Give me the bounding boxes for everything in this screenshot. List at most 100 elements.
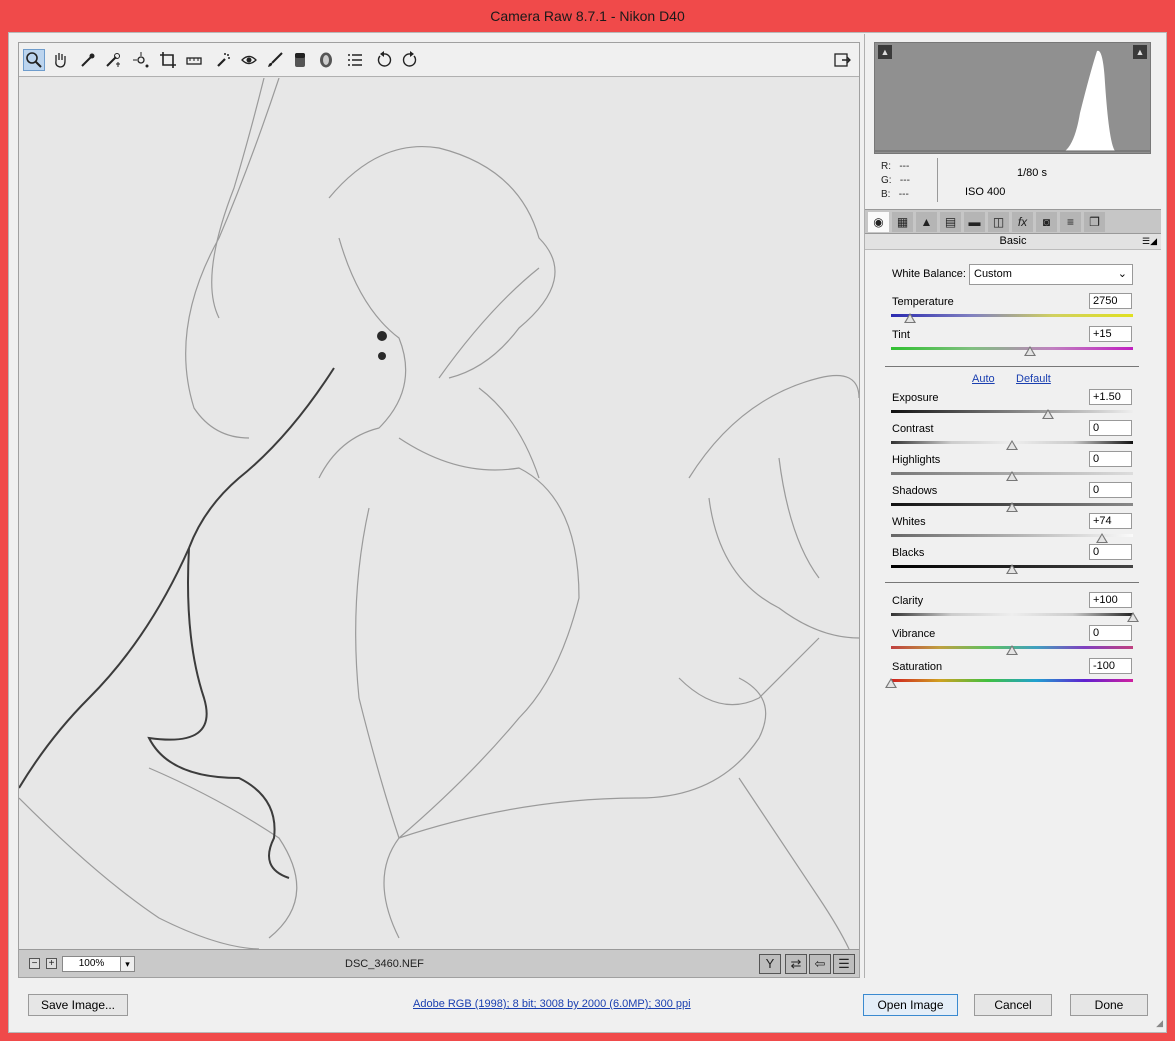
targeted-adjustment-tool-icon[interactable] — [130, 49, 152, 71]
default-link[interactable]: Default — [1016, 373, 1051, 385]
clarity-field[interactable]: +100 — [1089, 592, 1132, 608]
divider — [885, 366, 1139, 367]
clarity-label: Clarity — [892, 595, 924, 607]
zoom-dropdown-icon[interactable]: ▾ — [120, 956, 135, 972]
shadow-clipping-icon[interactable]: ▲ — [878, 45, 892, 59]
contrast-thumb[interactable] — [1006, 440, 1018, 450]
tab-camera-calibration-icon[interactable]: ◙ — [1036, 212, 1057, 232]
b-label: B: — [881, 189, 891, 200]
temperature-label: Temperature — [892, 296, 954, 308]
tab-detail-icon[interactable]: ▲ — [916, 212, 937, 232]
blacks-thumb[interactable] — [1006, 564, 1018, 574]
g-label: G: — [881, 175, 892, 186]
tab-presets-icon[interactable]: ≡ — [1060, 212, 1081, 232]
panel-tabs: ◉ ▦ ▲ ▤ ▬ ◫ fx ◙ ≡ ❐ — [865, 209, 1161, 234]
color-sampler-tool-icon[interactable] — [102, 49, 124, 71]
tab-split-toning-icon[interactable]: ▬ — [964, 212, 985, 232]
shadows-field[interactable]: 0 — [1089, 482, 1132, 498]
saturation-slider[interactable] — [885, 678, 1133, 688]
shutter-speed: 1/80 s — [1017, 167, 1047, 179]
exposure-thumb[interactable] — [1042, 409, 1055, 419]
zoom-out-button[interactable]: − — [29, 958, 40, 969]
zoom-level-field[interactable]: 100% — [62, 956, 121, 972]
straighten-tool-icon[interactable] — [183, 49, 205, 71]
clarity-thumb[interactable] — [1127, 612, 1139, 622]
settings-menu-icon[interactable]: ☰ — [833, 954, 855, 974]
highlights-slider[interactable] — [891, 471, 1133, 481]
save-image-button[interactable]: Save Image... — [28, 994, 128, 1016]
vibrance-field[interactable]: 0 — [1089, 625, 1132, 641]
info-divider — [937, 158, 938, 202]
rotate-cw-icon[interactable] — [399, 49, 421, 71]
highlight-clipping-icon[interactable]: ▲ — [1133, 45, 1147, 59]
r-value: --- — [899, 161, 910, 172]
camera-raw-dialog: − + 100% ▾ DSC_3460.NEF Y ⇄ ⇦ ☰ ▲ ▲ R: -… — [8, 32, 1167, 1033]
exposure-label: Exposure — [892, 392, 939, 404]
tab-effects-icon[interactable]: fx — [1012, 212, 1033, 232]
done-button[interactable]: Done — [1070, 994, 1148, 1016]
sketch-image — [19, 78, 859, 949]
exposure-field[interactable]: +1.50 — [1089, 389, 1132, 405]
radial-filter-icon[interactable] — [315, 49, 337, 71]
filter-icon[interactable]: Y — [759, 954, 781, 974]
white-balance-tool-icon[interactable] — [77, 49, 99, 71]
contrast-field[interactable]: 0 — [1089, 420, 1132, 436]
vibrance-thumb[interactable] — [1006, 645, 1018, 655]
tab-basic-icon[interactable]: ◉ — [868, 212, 889, 232]
white-balance-select[interactable]: Custom ⌄ — [969, 264, 1133, 285]
image-preview[interactable] — [19, 78, 859, 949]
whites-label: Whites — [892, 516, 926, 528]
open-image-button[interactable]: Open Image — [863, 994, 958, 1016]
tab-snapshots-icon[interactable]: ❐ — [1084, 212, 1105, 232]
tint-thumb[interactable] — [1024, 346, 1037, 356]
adjustment-brush-icon[interactable] — [264, 49, 286, 71]
blacks-field[interactable]: 0 — [1089, 544, 1132, 560]
contrast-slider[interactable] — [891, 440, 1133, 450]
temperature-field[interactable]: 2750 — [1089, 293, 1132, 309]
red-eye-tool-icon[interactable] — [238, 49, 260, 71]
tint-label: Tint — [892, 329, 910, 341]
clarity-slider[interactable] — [891, 612, 1139, 622]
iso-value: ISO 400 — [965, 186, 1006, 198]
blacks-slider[interactable] — [891, 564, 1133, 574]
swap-settings-icon[interactable]: ⇦ — [809, 954, 831, 974]
temperature-slider[interactable] — [891, 313, 1133, 323]
r-label: R: — [881, 161, 891, 172]
rgb-readout: R: --- G: --- B: --- — [881, 160, 910, 202]
tab-lens-icon[interactable]: ◫ — [988, 212, 1009, 232]
status-bar: − + 100% ▾ DSC_3460.NEF Y ⇄ ⇦ ☰ — [19, 949, 859, 977]
highlights-field[interactable]: 0 — [1089, 451, 1132, 467]
saturation-thumb[interactable] — [885, 678, 897, 688]
spot-removal-tool-icon[interactable] — [212, 49, 234, 71]
zoom-tool-icon[interactable] — [23, 49, 45, 71]
whites-slider[interactable] — [891, 533, 1133, 543]
exposure-slider[interactable] — [891, 409, 1133, 419]
cancel-button[interactable]: Cancel — [974, 994, 1052, 1016]
shadows-slider[interactable] — [891, 502, 1133, 512]
workflow-options-link[interactable]: Adobe RGB (1998); 8 bit; 3008 by 2000 (6… — [413, 998, 691, 1010]
fullscreen-icon[interactable] — [831, 49, 853, 71]
tint-slider[interactable] — [891, 346, 1133, 356]
tab-hsl-icon[interactable]: ▤ — [940, 212, 961, 232]
saturation-field[interactable]: -100 — [1089, 658, 1132, 674]
highlights-thumb[interactable] — [1006, 471, 1018, 481]
tint-field[interactable]: +15 — [1089, 326, 1132, 342]
vibrance-slider[interactable] — [891, 645, 1133, 655]
hand-tool-icon[interactable] — [49, 49, 71, 71]
auto-link[interactable]: Auto — [972, 373, 995, 385]
crop-tool-icon[interactable] — [157, 49, 179, 71]
saturation-label: Saturation — [892, 661, 943, 673]
blacks-label: Blacks — [892, 547, 925, 559]
whites-thumb[interactable] — [1095, 533, 1108, 543]
whites-field[interactable]: +74 — [1089, 513, 1132, 529]
graduated-filter-icon[interactable] — [289, 49, 311, 71]
before-after-icon[interactable]: ⇄ — [785, 954, 807, 974]
rotate-ccw-icon[interactable] — [373, 49, 395, 71]
resize-grip-icon[interactable]: ◢ — [1156, 1018, 1163, 1029]
section-menu-icon[interactable]: ☰◢ — [1142, 234, 1157, 249]
tab-tone-curve-icon[interactable]: ▦ — [892, 212, 913, 232]
preferences-list-icon[interactable] — [344, 49, 366, 71]
zoom-in-button[interactable]: + — [46, 958, 57, 969]
temperature-thumb[interactable] — [904, 313, 917, 323]
shadows-thumb[interactable] — [1006, 502, 1018, 512]
